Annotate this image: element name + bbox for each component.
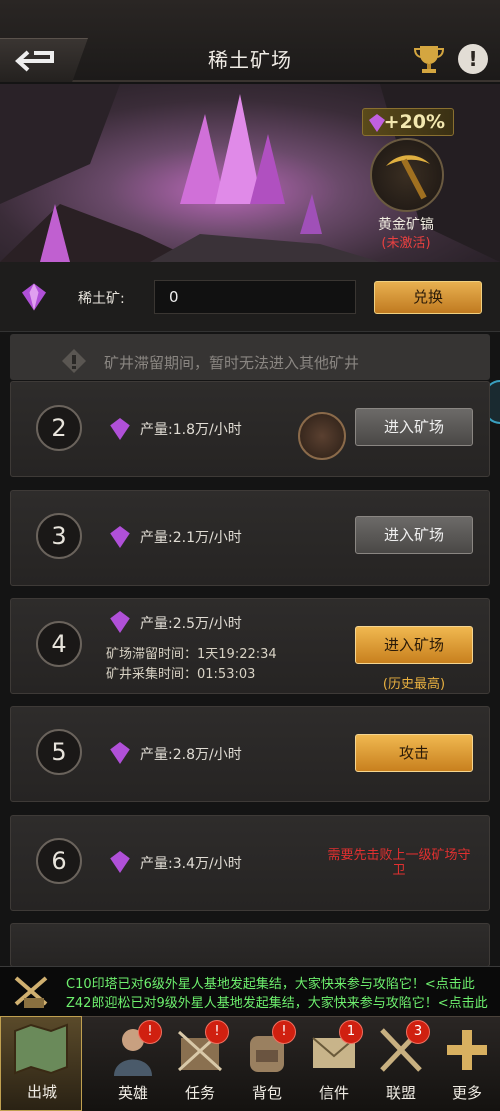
nav-label: 英雄 [117, 1084, 148, 1102]
ticker-message: Z42郎迎松已对9级外星人基地发起集结，大家快来参与攻陷它！<点击此 [66, 996, 488, 1011]
nav-label: 信件 [318, 1084, 349, 1102]
mine-level: 2 [36, 405, 82, 451]
production-rate: 产量:2.5万/小时 [140, 616, 242, 632]
locked-requirement: 需要先击败上一级矿场守卫 [327, 848, 471, 878]
gem-icon [369, 114, 385, 132]
notification-badge: ! [272, 1020, 296, 1044]
nav-label: 更多 [451, 1084, 482, 1102]
gem-icon [110, 851, 130, 873]
notification-badge: ! [205, 1020, 229, 1044]
history-best-label: (历史最高) [382, 677, 446, 692]
collect-time: 矿井采集时间：01:53:03 [106, 667, 256, 682]
bonus-value: +20% [383, 111, 445, 133]
mine-level: 6 [36, 838, 82, 884]
nav-item-tasks[interactable]: ! 任务 [167, 1020, 233, 1108]
mine-level: 4 [36, 621, 82, 667]
pickaxe-name: 黄金矿镐 [378, 217, 434, 233]
notification-badge: ! [138, 1020, 162, 1044]
nav-item-backpack[interactable]: ! 背包 [234, 1020, 300, 1108]
exchange-button[interactable]: 兑换 [374, 281, 482, 314]
production-rate: 产量:1.8万/小时 [140, 422, 242, 438]
attack-button[interactable]: 攻击 [355, 734, 473, 772]
production-rate: 产量:2.8万/小时 [140, 747, 242, 763]
enter-mine-button[interactable]: 进入矿场 [355, 516, 473, 554]
bonus-badge: +20% [362, 108, 454, 136]
notification-badge: 1 [339, 1020, 363, 1044]
nav-label: 出城 [26, 1083, 57, 1101]
stay-time: 矿场滞留时间：1天19:22:34 [106, 647, 277, 662]
nav-item-more[interactable]: 更多 [434, 1020, 500, 1108]
ore-label: 稀土矿: [78, 291, 125, 307]
info-button[interactable]: ! [458, 44, 488, 74]
production-rate: 产量:3.4万/小时 [140, 856, 242, 872]
nav-item-alliance[interactable]: 3 联盟 [368, 1020, 434, 1108]
plus-icon [447, 1030, 487, 1070]
enter-mine-button[interactable]: 进入矿场 [355, 408, 473, 446]
map-icon [14, 1023, 68, 1075]
mine-level: 3 [36, 513, 82, 559]
nav-label: 任务 [184, 1084, 215, 1102]
ore-amount-field[interactable]: 0 [154, 280, 356, 314]
mine-row [10, 923, 490, 967]
nav-item-city[interactable]: 出城 [0, 1016, 82, 1111]
collect-coin-icon[interactable] [298, 412, 346, 460]
nav-item-heroes[interactable]: ! 英雄 [100, 1020, 166, 1108]
ticker-message: C10印塔已对6级外星人基地发起集结，大家快来参与攻陷它！<点击此 [66, 977, 475, 992]
nav-item-mail[interactable]: 1 信件 [301, 1020, 367, 1108]
gem-icon [110, 611, 130, 633]
nav-label: 联盟 [385, 1084, 416, 1102]
production-rate: 产量:2.1万/小时 [140, 530, 242, 546]
mine-level: 5 [36, 729, 82, 775]
warning-icon [62, 349, 86, 373]
gem-icon [110, 742, 130, 764]
gem-icon [110, 418, 130, 440]
gem-icon [22, 283, 46, 311]
nav-label: 背包 [251, 1084, 282, 1102]
warning-text: 矿井滞留期间，暂时无法进入其他矿井 [104, 354, 360, 372]
notification-badge: 3 [406, 1020, 430, 1044]
trophy-icon[interactable] [412, 42, 446, 76]
pickaxe-icon [386, 155, 430, 200]
swords-icon [14, 976, 48, 1008]
golden-pickaxe-slot[interactable] [370, 138, 444, 212]
gem-icon [110, 526, 130, 548]
pickaxe-status: (未激活) [381, 236, 431, 251]
enter-mine-button[interactable]: 进入矿场 [355, 626, 473, 664]
